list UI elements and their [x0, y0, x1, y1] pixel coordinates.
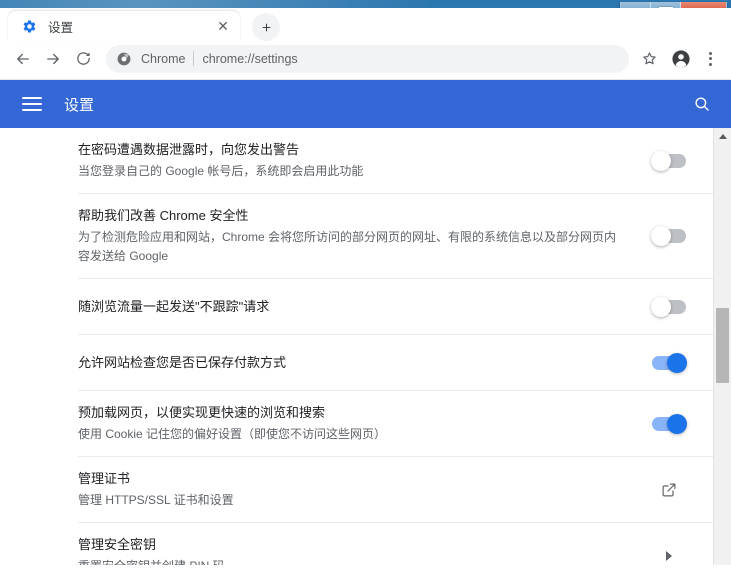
row-title: 在密码遭遇数据泄露时，向您发出警告	[78, 142, 300, 157]
row-title: 管理证书	[78, 471, 131, 486]
row-text: 帮助我们改善 Chrome 安全性 为了检测危险应用和网站，Chrome 会将您…	[78, 194, 644, 278]
row-title: 预加载网页，以便实现更快速的浏览和搜索	[78, 405, 326, 420]
settings-content-area: 在密码遭遇数据泄露时，向您发出警告 当您登录自己的 Google 帐号后，系统即…	[0, 128, 731, 565]
row-subtitle: 使用 Cookie 记住您的偏好设置（即使您不访问这些网页）	[78, 427, 387, 441]
menu-dot	[708, 62, 712, 66]
address-bar[interactable]: Chrome chrome://settings	[106, 44, 629, 73]
settings-row-security-keys[interactable]: 管理安全密钥 重置安全密钥并创建 PIN 码	[78, 523, 714, 565]
scrollbar-up-arrow[interactable]	[714, 128, 731, 145]
toggle-knob	[651, 150, 671, 171]
row-text: 允许网站检查您是否已保存付款方式	[78, 341, 644, 385]
tab-settings[interactable]: 设置 ✕	[8, 11, 240, 41]
row-control	[644, 413, 694, 434]
hamburger-icon[interactable]	[22, 97, 42, 111]
toggle-do-not-track[interactable]	[651, 296, 686, 317]
back-button[interactable]	[8, 44, 38, 74]
tab-title: 设置	[48, 20, 74, 35]
toggle-knob	[667, 413, 687, 434]
omnibox-scheme-label: Chrome	[141, 51, 186, 66]
row-text: 在密码遭遇数据泄露时，向您发出警告 当您登录自己的 Google 帐号后，系统即…	[78, 128, 644, 193]
settings-row-breach-warning[interactable]: 在密码遭遇数据泄露时，向您发出警告 当您登录自己的 Google 帐号后，系统即…	[78, 128, 714, 194]
row-text: 管理安全密钥 重置安全密钥并创建 PIN 码	[78, 523, 644, 565]
chevron-up-icon	[718, 134, 727, 139]
toggle-knob	[651, 296, 671, 317]
settings-row-improve-security[interactable]: 帮助我们改善 Chrome 安全性 为了检测危险应用和网站，Chrome 会将您…	[78, 194, 714, 279]
row-subtitle: 当您登录自己的 Google 帐号后，系统即会启用此功能	[78, 164, 364, 178]
chrome-logo-icon	[116, 51, 132, 67]
external-link-icon[interactable]	[661, 482, 677, 498]
row-title: 管理安全密钥	[78, 537, 157, 552]
three-dot-menu-icon[interactable]	[697, 45, 723, 73]
row-control	[644, 296, 694, 317]
toggle-knob	[667, 352, 687, 373]
search-icon[interactable]	[689, 91, 715, 117]
settings-list: 在密码遭遇数据泄露时，向您发出警告 当您登录自己的 Google 帐号后，系统即…	[0, 128, 714, 565]
omnibox-divider	[193, 51, 195, 66]
menu-dot	[708, 57, 712, 60]
hamburger-line	[22, 97, 42, 99]
settings-row-manage-certificates[interactable]: 管理证书 管理 HTTPS/SSL 证书和设置	[78, 457, 714, 523]
close-icon[interactable]: ✕	[214, 17, 232, 35]
new-tab-button[interactable]	[252, 13, 280, 41]
tab-strip: 设置 ✕	[0, 8, 731, 41]
row-subtitle: 重置安全密钥并创建 PIN 码	[78, 557, 618, 565]
content-scrollbar[interactable]	[713, 128, 731, 565]
page-title: 设置	[64, 96, 95, 114]
row-subtitle: 为了检测危险应用和网站，Chrome 会将您所访问的部分网页的网址、有限的系统信…	[78, 230, 617, 263]
profile-avatar-icon[interactable]	[667, 45, 695, 73]
browser-window: 设置 ✕ Chrome chrome://settings 设置 在密码遭遇数据…	[0, 8, 731, 575]
settings-row-do-not-track[interactable]: 随浏览流量一起发送"不跟踪"请求	[78, 279, 714, 335]
scrollbar-thumb[interactable]	[716, 308, 729, 383]
settings-row-payment-methods[interactable]: 允许网站检查您是否已保存付款方式	[78, 335, 714, 391]
settings-row-preload-pages[interactable]: 预加载网页，以便实现更快速的浏览和搜索 使用 Cookie 记住您的偏好设置（即…	[78, 391, 714, 457]
row-text: 随浏览流量一起发送"不跟踪"请求	[78, 285, 644, 329]
row-control	[644, 150, 694, 171]
chevron-right-icon[interactable]	[666, 550, 672, 561]
row-control	[644, 550, 694, 561]
settings-header-bar: 设置	[0, 80, 731, 128]
browser-toolbar: Chrome chrome://settings	[0, 38, 731, 80]
row-control	[644, 482, 694, 498]
toggle-breach-warning[interactable]	[651, 150, 686, 171]
row-title: 允许网站检查您是否已保存付款方式	[78, 354, 287, 370]
omnibox-url: chrome://settings	[202, 51, 298, 66]
menu-dot	[708, 51, 712, 55]
row-title: 随浏览流量一起发送"不跟踪"请求	[78, 298, 270, 314]
row-text: 预加载网页，以便实现更快速的浏览和搜索 使用 Cookie 记住您的偏好设置（即…	[78, 391, 644, 456]
row-control	[644, 226, 694, 246]
hamburger-line	[22, 103, 42, 105]
reload-button[interactable]	[68, 44, 98, 74]
toggle-improve-security[interactable]	[651, 226, 686, 246]
forward-button[interactable]	[38, 44, 68, 74]
toggle-knob	[651, 226, 671, 246]
hamburger-line	[22, 109, 42, 111]
row-subtitle: 管理 HTTPS/SSL 证书和设置	[78, 493, 234, 507]
gear-icon	[21, 18, 37, 34]
toggle-preload-pages[interactable]	[652, 413, 687, 434]
row-control	[644, 352, 694, 373]
toggle-payment-methods[interactable]	[652, 352, 687, 373]
row-text: 管理证书 管理 HTTPS/SSL 证书和设置	[78, 457, 644, 522]
row-title: 帮助我们改善 Chrome 安全性	[78, 208, 249, 223]
bookmark-star-icon[interactable]	[635, 45, 663, 73]
